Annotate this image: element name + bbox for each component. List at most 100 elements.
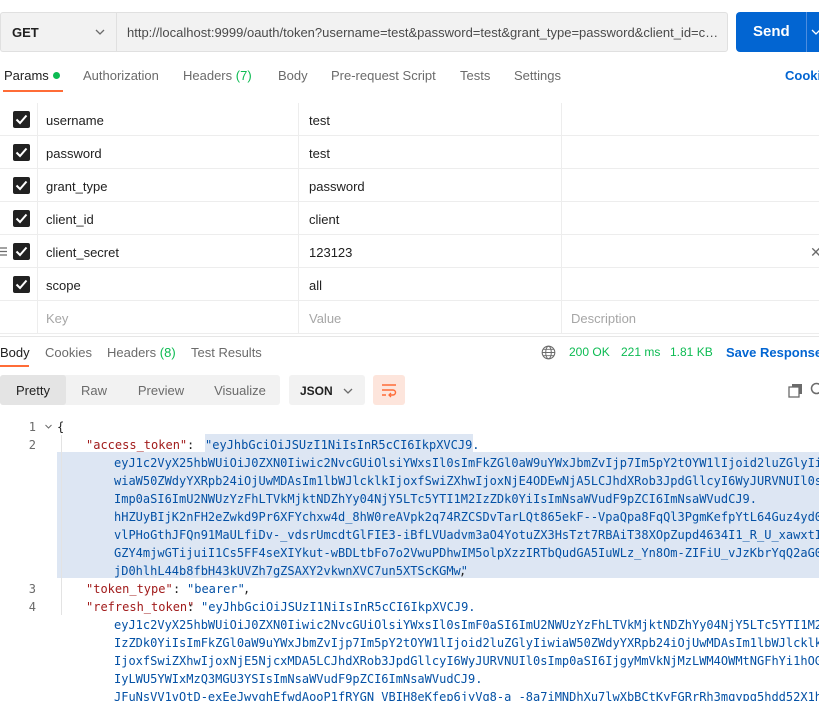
tab-tests[interactable]: Tests <box>460 68 490 83</box>
view-pretty[interactable]: Pretty <box>0 375 66 405</box>
tab-label: Settings <box>514 68 561 83</box>
param-key[interactable]: client_secret <box>46 245 119 260</box>
response-size[interactable]: 1.81 KB <box>670 345 713 359</box>
column-divider <box>561 202 562 235</box>
json-key: "access_token" <box>86 438 188 452</box>
table-row: client_secret 123123 ✕ <box>0 235 819 268</box>
wrap-lines-button[interactable] <box>373 375 405 405</box>
tab-label: Headers <box>107 345 157 360</box>
response-body-viewer[interactable]: 1 2 3 4 { "access_token" : "eyJhbGciOiJS… <box>0 417 819 701</box>
tab-label: Authorization <box>83 68 159 83</box>
search-icon[interactable] <box>810 382 819 397</box>
column-divider <box>37 103 38 136</box>
tab-label: Headers <box>183 68 233 83</box>
column-divider <box>298 103 299 136</box>
json-string: "bearer" <box>187 582 245 596</box>
json-string: eyJ1c2VyX25hbWUiOiJ0ZXN0Iiwic2NvcGUiOlsi… <box>114 618 819 632</box>
response-headers-count: (8) <box>159 345 176 360</box>
method-select[interactable]: GET <box>0 12 116 52</box>
tab-authorization[interactable]: Authorization <box>83 68 159 83</box>
json-comma: , <box>459 564 467 578</box>
cookies-link[interactable]: Cooki <box>785 68 819 83</box>
param-key[interactable]: client_id <box>46 212 94 227</box>
param-value[interactable]: password <box>309 179 365 194</box>
tab-response-body[interactable]: Body <box>0 345 30 360</box>
column-divider <box>37 169 38 202</box>
json-comma: , <box>243 582 251 596</box>
drag-handle-icon[interactable] <box>0 246 7 257</box>
response-time[interactable]: 221 ms <box>621 345 660 359</box>
param-value[interactable]: client <box>309 212 339 227</box>
column-divider <box>37 301 38 334</box>
view-visualize[interactable]: Visualize <box>200 375 280 405</box>
column-divider <box>298 268 299 301</box>
json-string: IyLWU5YWIxMzQ3MGU3YSIsImNsaWVudF9pZCI6Im… <box>114 672 483 686</box>
json-colon: : <box>187 600 195 614</box>
column-divider <box>561 103 562 136</box>
tab-response-headers[interactable]: Headers (8) <box>107 345 176 360</box>
column-divider <box>298 301 299 334</box>
table-row: password test <box>0 136 819 169</box>
view-raw[interactable]: Raw <box>66 375 122 405</box>
headers-count: (7) <box>235 68 252 83</box>
tab-label: Pre-request Script <box>331 68 436 83</box>
view-preview[interactable]: Preview <box>122 375 200 405</box>
json-string: JFuNsVV1vOtD-exEeJwyghEfwdAooP1fRYGN_VBI… <box>114 690 819 701</box>
tab-test-results[interactable]: Test Results <box>191 345 262 360</box>
send-divider <box>806 12 807 52</box>
wrap-lines-icon <box>382 384 397 398</box>
param-value[interactable]: 123123 <box>309 245 352 260</box>
param-checkbox[interactable] <box>13 276 30 293</box>
tab-pre-request-script[interactable]: Pre-request Script <box>331 68 436 83</box>
param-key[interactable]: grant_type <box>46 179 107 194</box>
table-row: grant_type password <box>0 169 819 202</box>
save-response-button[interactable]: Save Response <box>726 345 819 360</box>
json-string: Imp0aSI6ImU2NWUzYzFhLTVkMjktNDZhYy04NjY5… <box>114 492 757 506</box>
json-string: IzZDk0YiIsImFkZGl0aW9uYWxJbmZvIjp7Im5pY2… <box>114 636 819 650</box>
line-number: 4 <box>28 600 36 614</box>
format-select[interactable]: JSON <box>289 375 365 405</box>
column-divider <box>298 235 299 268</box>
param-checkbox[interactable] <box>13 210 30 227</box>
param-checkbox[interactable] <box>13 111 30 128</box>
param-key[interactable]: scope <box>46 278 81 293</box>
url-input[interactable]: http://localhost:9999/oauth/token?userna… <box>116 12 728 52</box>
param-key[interactable]: password <box>46 146 102 161</box>
status-badge[interactable]: 200 OK <box>569 345 610 359</box>
tab-label: Tests <box>460 68 491 83</box>
json-key: "refresh_token" <box>86 600 195 614</box>
json-string: "eyJhbGciOiJSUzI1NiIsInR5cCI6IkpXVCJ9. <box>205 438 480 452</box>
new-value-input[interactable]: Value <box>309 311 341 326</box>
param-checkbox[interactable] <box>13 243 30 260</box>
json-string: "eyJhbGciOiJSUzI1NiIsInR5cCI6IkpXVCJ9. <box>201 600 476 614</box>
active-tab-indicator <box>3 90 63 92</box>
param-value[interactable]: test <box>309 113 330 128</box>
tab-headers[interactable]: Headers (7) <box>183 68 252 83</box>
tab-params[interactable]: Params <box>4 68 60 83</box>
tab-response-cookies[interactable]: Cookies <box>45 345 92 360</box>
format-label: JSON <box>300 384 333 398</box>
json-colon: : <box>187 438 195 452</box>
table-row-new: Key Value Description <box>0 301 819 334</box>
new-description-input[interactable]: Description <box>571 311 636 326</box>
globe-icon[interactable] <box>541 345 556 360</box>
tab-settings[interactable]: Settings <box>514 68 561 83</box>
param-value[interactable]: all <box>309 278 322 293</box>
method-label: GET <box>12 25 39 40</box>
chevron-down-icon[interactable] <box>811 27 819 37</box>
tab-body[interactable]: Body <box>278 68 308 83</box>
json-string: hHZUyBIjK2nFH2eZwkd9Pr6XFYchxw4d_8hW0reA… <box>114 510 819 524</box>
copy-icon[interactable] <box>788 383 803 398</box>
json-string: GZY4mjwGTijuiI1Cs5FF4seXIYkut-wBDLtbFo7o… <box>114 546 819 560</box>
column-divider <box>298 136 299 169</box>
param-checkbox[interactable] <box>13 177 30 194</box>
fold-chevron-icon[interactable] <box>45 423 52 430</box>
param-value[interactable]: test <box>309 146 330 161</box>
column-divider <box>561 136 562 169</box>
send-button[interactable]: Send <box>736 12 819 52</box>
new-key-input[interactable]: Key <box>46 311 68 326</box>
param-key[interactable]: username <box>46 113 104 128</box>
tab-label: Body <box>278 68 308 83</box>
delete-row-icon[interactable]: ✕ <box>810 244 819 261</box>
param-checkbox[interactable] <box>13 144 30 161</box>
